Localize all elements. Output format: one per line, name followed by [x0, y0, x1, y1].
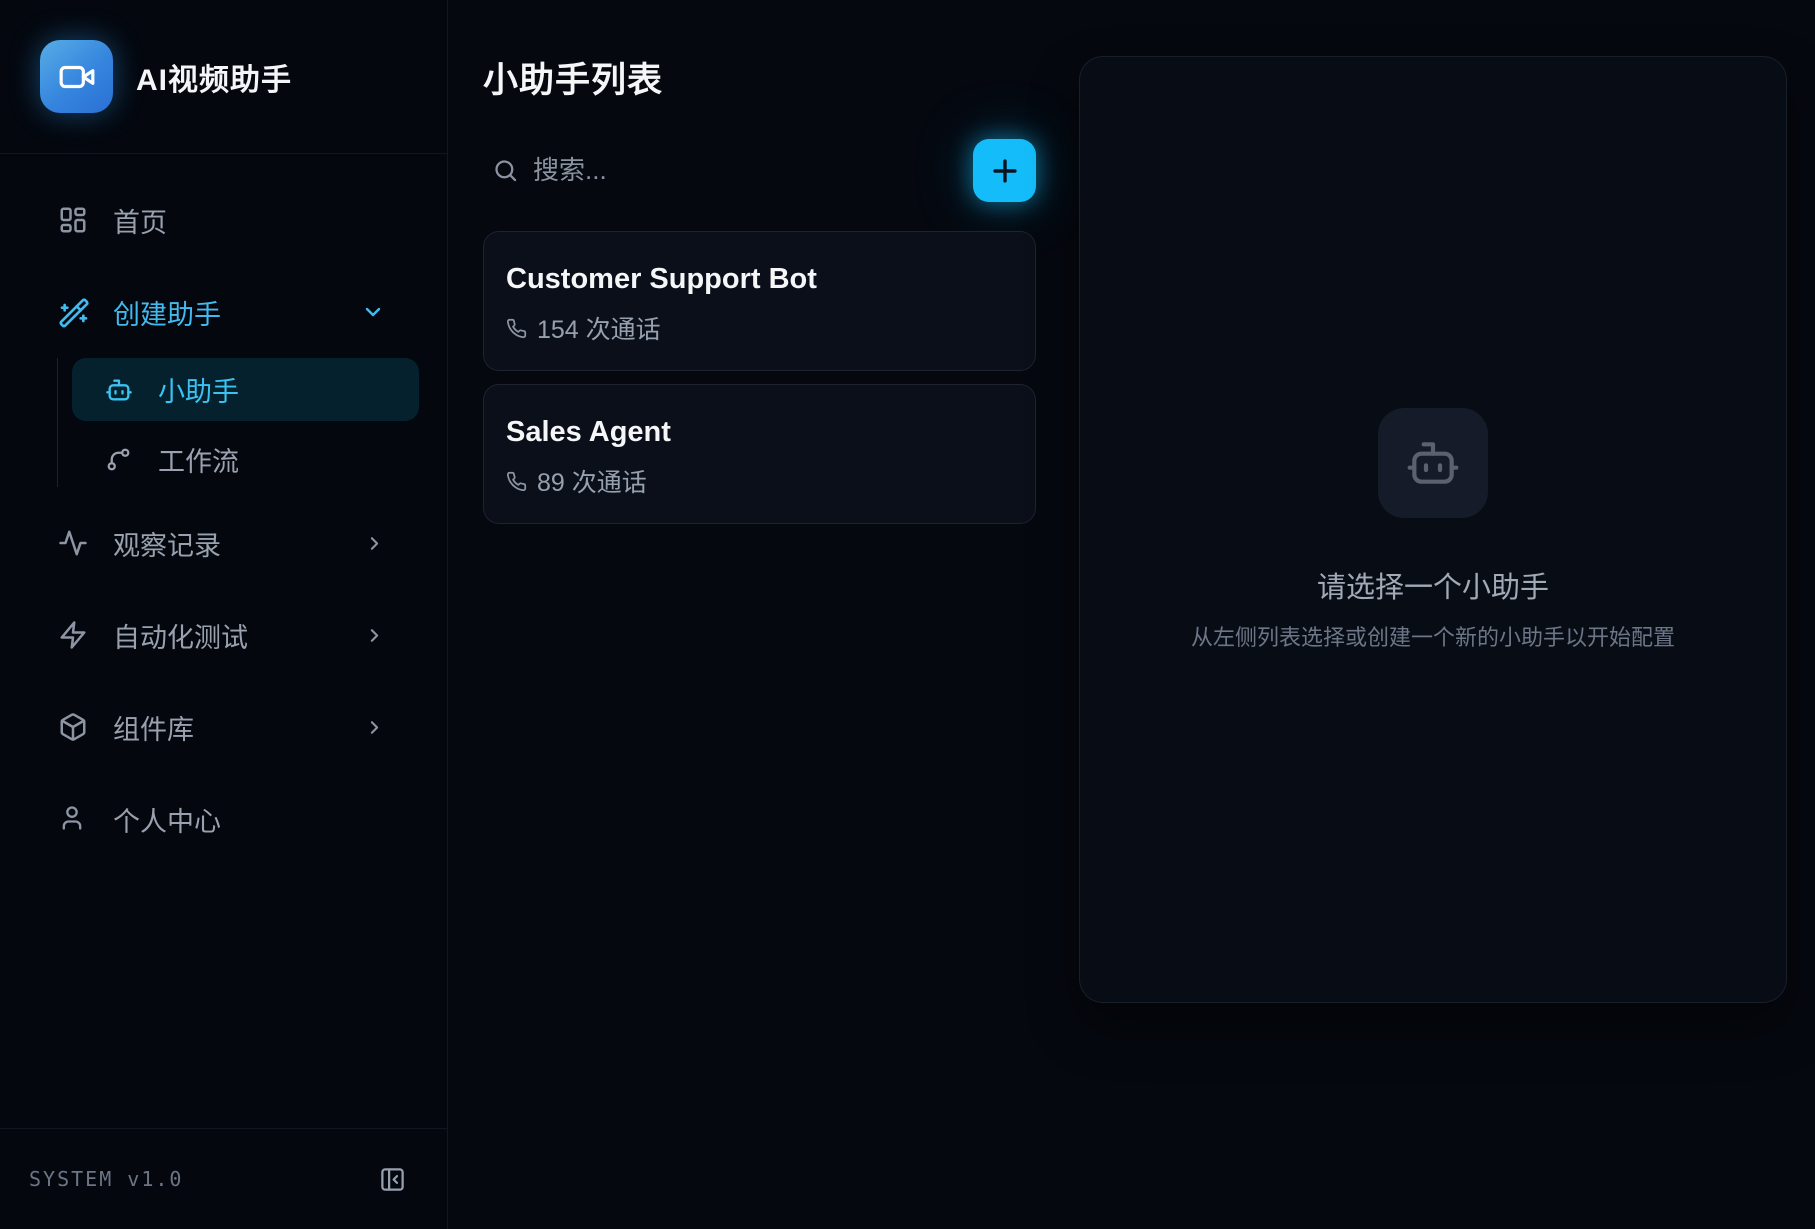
- sidebar-item-create-assistant[interactable]: 创建助手: [24, 286, 423, 338]
- app-header: AI视频助手: [0, 0, 447, 154]
- sidebar: AI视频助手 首页 创建助手: [0, 0, 448, 1229]
- chevron-down-icon: [361, 300, 385, 324]
- sidebar-footer: SYSTEM v1.0: [0, 1128, 447, 1229]
- search-input[interactable]: [533, 155, 833, 186]
- sidebar-item-label: 创建助手: [113, 293, 221, 332]
- search-icon: [492, 157, 519, 184]
- assistant-call-count: 154 次通话: [537, 310, 661, 346]
- assistant-list-panel: 小助手列表 Customer Support Bot: [448, 0, 1079, 1229]
- activity-icon: [58, 528, 88, 558]
- search-row: [483, 139, 1036, 202]
- bot-icon: [105, 376, 132, 403]
- empty-state-title: 请选择一个小助手: [1317, 564, 1549, 606]
- chevron-right-icon: [364, 625, 385, 646]
- assistant-name: Sales Agent: [506, 416, 1035, 449]
- page-title: 小助手列表: [483, 52, 1036, 103]
- sidebar-item-label: 首页: [113, 201, 167, 240]
- assistant-meta: 154 次通话: [506, 310, 1035, 346]
- sidebar-item-label: 工作流: [158, 440, 239, 479]
- chevron-right-icon: [364, 717, 385, 738]
- plus-icon: [988, 154, 1022, 188]
- assistant-card[interactable]: Customer Support Bot 154 次通话: [483, 231, 1036, 371]
- sidebar-item-label: 观察记录: [113, 524, 221, 563]
- search-box: [483, 155, 973, 186]
- sidebar-item-label: 小助手: [158, 370, 239, 409]
- panel-collapse-icon: [379, 1166, 406, 1193]
- assistant-list: Customer Support Bot 154 次通话 Sales Agent: [483, 231, 1036, 524]
- bot-icon: [1405, 435, 1461, 491]
- sidebar-item-label: 个人中心: [113, 800, 221, 839]
- zap-icon: [58, 620, 88, 650]
- box-icon: [58, 712, 88, 742]
- empty-state-subtitle: 从左侧列表选择或创建一个新的小助手以开始配置: [1191, 620, 1675, 652]
- assistant-card[interactable]: Sales Agent 89 次通话: [483, 384, 1036, 524]
- wand-sparkles-icon: [58, 297, 88, 327]
- phone-icon: [506, 318, 527, 339]
- sidebar-item-workflow[interactable]: 工作流: [72, 431, 419, 487]
- sidebar-item-label: 组件库: [113, 708, 194, 747]
- empty-state-icon-box: [1378, 408, 1488, 518]
- sidebar-nav: 首页 创建助手 小助手: [0, 154, 447, 1128]
- user-icon: [58, 804, 88, 834]
- app-title: AI视频助手: [136, 55, 292, 99]
- assistant-call-count: 89 次通话: [537, 463, 647, 499]
- workflow-icon: [105, 446, 132, 473]
- assistant-meta: 89 次通话: [506, 463, 1035, 499]
- sidebar-item-profile[interactable]: 个人中心: [24, 793, 423, 845]
- video-camera-icon: [58, 58, 96, 96]
- system-version: SYSTEM v1.0: [29, 1167, 183, 1191]
- sidebar-item-assistant[interactable]: 小助手: [72, 358, 419, 421]
- add-assistant-button[interactable]: [973, 139, 1036, 202]
- app-logo: [40, 40, 113, 113]
- assistant-name: Customer Support Bot: [506, 263, 1035, 296]
- sidebar-item-home[interactable]: 首页: [24, 194, 423, 246]
- dashboard-icon: [58, 205, 88, 235]
- phone-icon: [506, 471, 527, 492]
- sidebar-item-auto-test[interactable]: 自动化测试: [24, 609, 423, 661]
- empty-state: 请选择一个小助手 从左侧列表选择或创建一个新的小助手以开始配置: [1191, 408, 1675, 652]
- create-assistant-submenu: 小助手 工作流: [57, 358, 419, 487]
- sidebar-item-observation[interactable]: 观察记录: [24, 517, 423, 569]
- sidebar-collapse-button[interactable]: [379, 1166, 406, 1193]
- chevron-right-icon: [364, 533, 385, 554]
- sidebar-item-components[interactable]: 组件库: [24, 701, 423, 753]
- assistant-detail-panel: 请选择一个小助手 从左侧列表选择或创建一个新的小助手以开始配置: [1079, 56, 1787, 1003]
- sidebar-item-label: 自动化测试: [113, 616, 248, 655]
